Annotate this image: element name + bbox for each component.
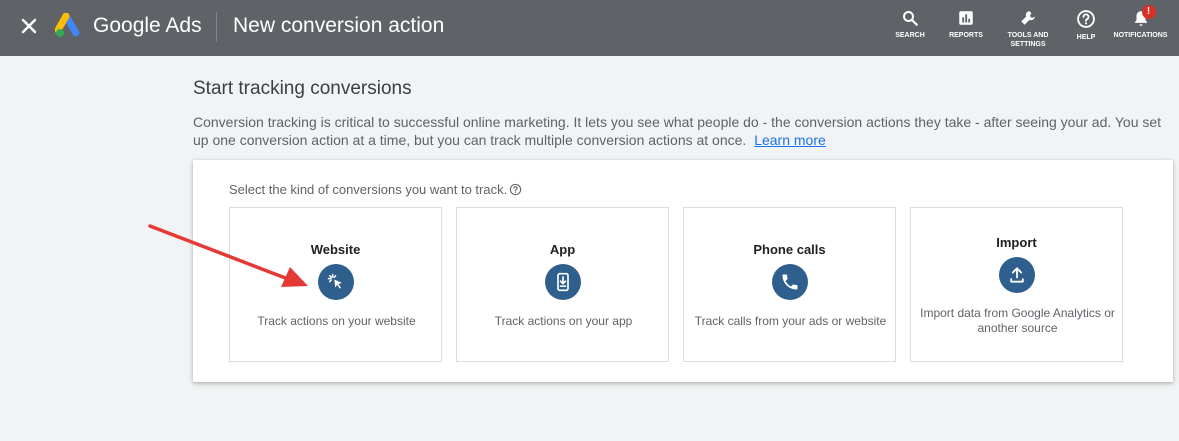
help-icon bbox=[1077, 10, 1095, 28]
google-ads-logo-icon bbox=[54, 12, 83, 39]
reports-label: REPORTS bbox=[949, 32, 983, 39]
tools-label-line1: TOOLS AND bbox=[1007, 32, 1049, 39]
notification-badge: ! bbox=[1141, 5, 1156, 19]
card-title: App bbox=[549, 242, 576, 257]
website-card[interactable]: Website Track actions on your website bbox=[229, 207, 442, 362]
reports-button[interactable]: REPORTS bbox=[946, 9, 986, 40]
conversion-type-panel: Select the kind of conversions you want … bbox=[193, 160, 1173, 382]
help-button[interactable]: HELP bbox=[1073, 9, 1099, 42]
reports-icon bbox=[959, 11, 973, 25]
close-icon[interactable] bbox=[17, 14, 41, 38]
card-title: Import bbox=[996, 235, 1037, 250]
search-label: SEARCH bbox=[895, 32, 925, 39]
tools-and-settings-button[interactable]: TOOLS AND SETTINGS bbox=[1006, 9, 1050, 49]
help-label: HELP bbox=[1076, 34, 1096, 41]
brand-name: Google Ads bbox=[93, 14, 202, 37]
help-circle-icon[interactable] bbox=[509, 183, 522, 199]
card-title: Phone calls bbox=[753, 242, 826, 257]
prompt-text: Select the kind of conversions you want … bbox=[229, 182, 508, 197]
card-description: Import data from Google Analytics or ano… bbox=[920, 306, 1115, 335]
search-icon bbox=[903, 11, 918, 26]
card-title: Website bbox=[310, 242, 361, 257]
phone-download-icon bbox=[545, 264, 581, 300]
notifications-button[interactable]: ! NOTIFICATIONS bbox=[1113, 5, 1168, 40]
import-card[interactable]: Import Import data from Google Analytics… bbox=[910, 207, 1123, 362]
header-divider bbox=[216, 12, 217, 42]
selection-prompt: Select the kind of conversions you want … bbox=[229, 182, 522, 199]
cursor-click-icon bbox=[318, 264, 354, 300]
search-button[interactable]: SEARCH bbox=[894, 9, 926, 40]
card-description: Track calls from your ads or website bbox=[694, 314, 887, 328]
phone-call-icon bbox=[772, 264, 808, 300]
app-card[interactable]: App Track actions on your app bbox=[456, 207, 669, 362]
wrench-icon bbox=[1021, 11, 1035, 25]
top-bar: Google Ads New conversion action SEARCH … bbox=[0, 0, 1179, 56]
notifications-label: NOTIFICATIONS bbox=[1113, 32, 1168, 39]
phone-calls-card[interactable]: Phone calls Track calls from your ads or… bbox=[683, 207, 896, 362]
section-heading: Start tracking conversions bbox=[193, 78, 412, 99]
upload-icon bbox=[999, 257, 1035, 293]
card-description: Track actions on your app bbox=[494, 314, 633, 328]
tools-label-line2: SETTINGS bbox=[1010, 41, 1046, 48]
intro-paragraph: Conversion tracking is critical to succe… bbox=[193, 114, 1162, 148]
page-title: New conversion action bbox=[233, 14, 445, 37]
learn-more-link[interactable]: Learn more bbox=[754, 132, 826, 148]
intro-text: Conversion tracking is critical to succe… bbox=[193, 113, 1173, 149]
card-description: Track actions on your website bbox=[257, 314, 416, 328]
